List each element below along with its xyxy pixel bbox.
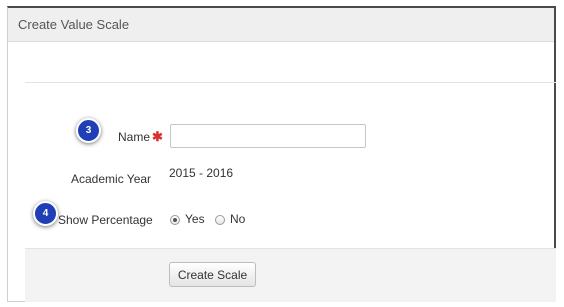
- no-radio-label[interactable]: No: [230, 212, 245, 226]
- required-star-icon: ✱: [152, 129, 163, 144]
- step-badge-4: 4: [33, 201, 58, 226]
- step-badge-3: 3: [76, 118, 101, 143]
- name-input[interactable]: [170, 124, 366, 148]
- name-label: Name ✱: [118, 129, 163, 145]
- academic-year-label: Academic Year: [71, 172, 152, 186]
- panel-header: Create Value Scale: [8, 8, 554, 42]
- form-footer: [25, 248, 556, 302]
- yes-radio-label[interactable]: Yes: [185, 212, 205, 226]
- panel-title: Create Value Scale: [18, 17, 130, 32]
- create-scale-button[interactable]: Create Scale: [169, 262, 256, 287]
- name-label-text: Name: [118, 130, 151, 144]
- divider: [25, 82, 556, 83]
- academic-year-value: 2015 - 2016: [169, 166, 234, 180]
- show-percentage-label: Show Percentage: [58, 213, 153, 227]
- yes-radio[interactable]: [170, 215, 180, 225]
- no-radio[interactable]: [215, 215, 225, 225]
